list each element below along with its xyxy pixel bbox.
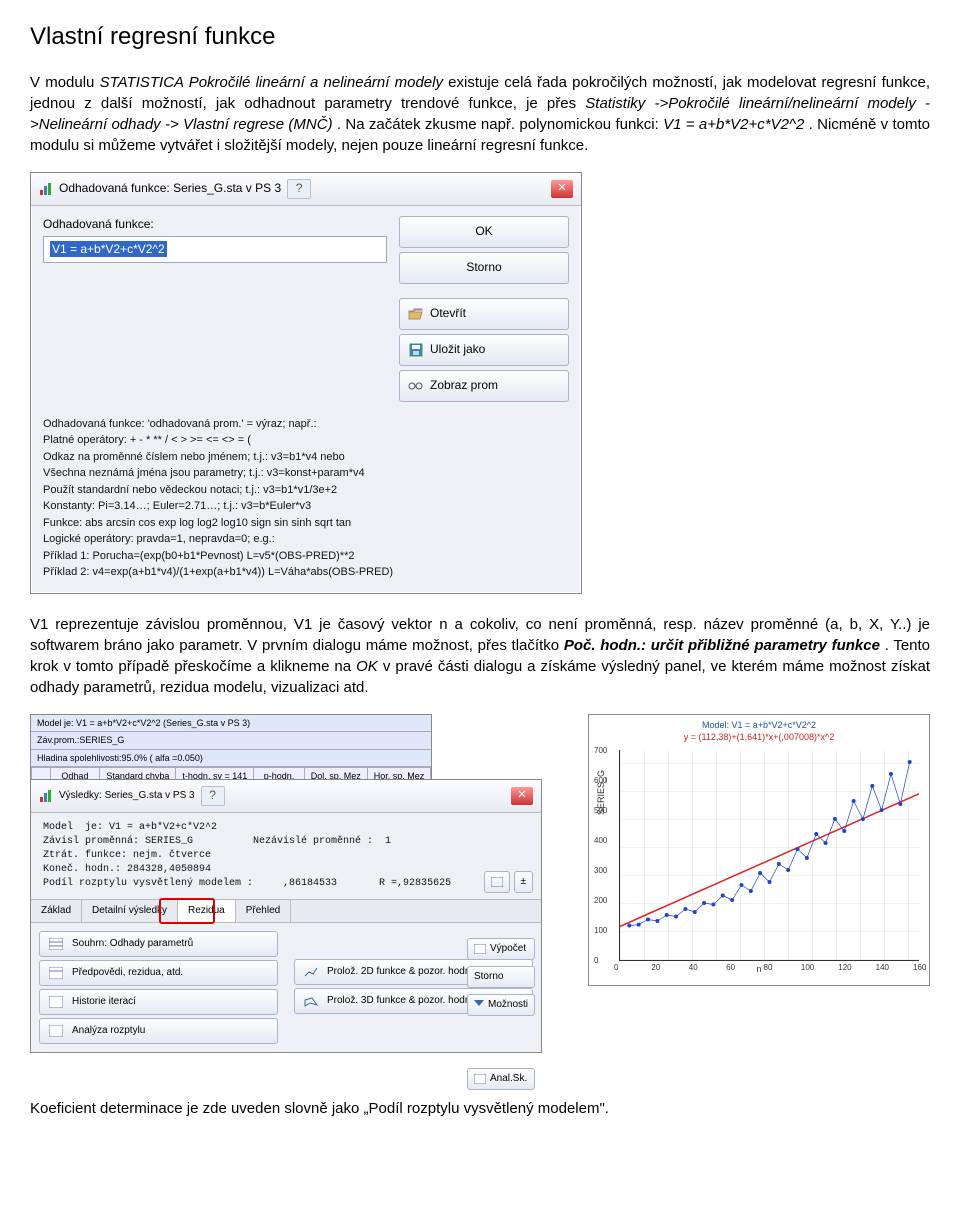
help-line: Logické operátory: pravda=1, nepravda=0;… [43,531,569,548]
help-line: Příklad 1: Porucha=(exp(b0+b1*Pevnost) L… [43,548,569,565]
help-line: Příklad 2: v4=exp(a+b1*v4)/(1+exp(a+b1*v… [43,564,569,581]
tab-bar: Základ Detailní výsledky Rezidua Přehled [31,899,541,923]
save-as-button[interactable]: Uložit jako [399,334,569,366]
label: Prolož. 2D funkce & pozor. hodn. [327,965,473,979]
table-icon [48,994,64,1010]
dialog-titlebar: Výsledky: Series_G.sta v PS 3 ? ✕ [31,780,541,813]
label: Analýza rozptylu [72,1024,145,1038]
collapse-icon[interactable]: ± [514,871,534,893]
label: Historie iterací [72,995,136,1009]
label: Uložit jako [430,341,485,358]
dialog-titlebar: Odhadovaná funkce: Series_G.sta v PS 3 ?… [31,173,581,206]
plot-area: 0100200300400500600700020406080100120140… [619,750,919,961]
table-icon [48,965,64,981]
tab-basic[interactable]: Základ [31,900,82,922]
folder-open-icon [408,306,424,322]
text: V modulu [30,74,100,91]
table-icon [474,1074,486,1084]
predictions-button[interactable]: Předpovědi, rezidua, atd. [39,960,278,986]
analysis-button[interactable]: Anal.Sk. [467,1068,535,1090]
chart-subtitle: y = (112,38)+(1,641)*x+(,007008)*x^2 [589,731,929,744]
intro-paragraph: V modulu STATISTICA Pokročilé lineární a… [30,72,930,156]
page-title: Vlastní regresní funkce [30,20,930,54]
cancel-button[interactable]: Storno [467,966,535,988]
function-input-value: V1 = a+b*V2+c*V2^2 [50,241,167,257]
open-button[interactable]: Otevřít [399,298,569,330]
estimated-function-dialog: Odhadovaná funkce: Series_G.sta v PS 3 ?… [30,172,582,594]
compute-button[interactable]: Výpočet [467,938,535,960]
tab-overview[interactable]: Přehled [236,900,291,922]
options-button[interactable]: Možnosti [467,994,535,1016]
results-dialog: Výsledky: Series_G.sta v PS 3 ? ✕ Model … [30,779,542,1053]
formula: V1 = a+b*V2+c*V2^2 [663,116,804,133]
help-line: Použít standardní nebo vědeckou notaci; … [43,482,569,499]
help-line: Konstanty: Pi=3.14…; Euler=2.71…; t.j.: … [43,498,569,515]
module-name: STATISTICA Pokročilé lineární a nelineár… [100,74,443,91]
label: Předpovědi, rezidua, atd. [72,966,183,980]
summary-button[interactable]: Souhrn: Odhady parametrů [39,931,278,957]
help-line: Funkce: abs arcsin cos exp log log2 log1… [43,515,569,532]
label: OK [475,223,492,240]
label: Výpočet [490,942,526,956]
chart-title: Model: V1 = a+b*V2+c*V2^2 [589,715,929,732]
tab-details[interactable]: Detailní výsledky [82,900,178,922]
dialog-title: Výsledky: Series_G.sta v PS 3 [59,789,195,803]
table-icon [474,944,486,954]
ok-button[interactable]: OK [399,216,569,248]
help-icon[interactable]: ? [201,786,225,806]
table-header-line: Model je: V1 = a+b*V2+c*V2^2 (Series_G.s… [31,715,431,733]
label: Otevřít [430,305,466,322]
fitted-model-chart: Model: V1 = a+b*V2+c*V2^2 y = (112,38)+(… [588,714,930,986]
label: Storno [466,259,501,276]
table-icon [48,936,64,952]
label: Možnosti [488,998,528,1012]
label: Souhrn: Odhady parametrů [72,937,193,951]
icon-button[interactable] [484,871,510,893]
help-line: Všechna neznámá jména jsou parametry; t.… [43,465,569,482]
chart-3d-icon [303,993,319,1009]
help-text-block: Odhadovaná funkce: 'odhadovaná prom.' = … [31,412,581,593]
stats-icon [39,182,53,196]
text: . Na začátek zkusme např. polynomickou f… [337,116,663,133]
chart-2d-icon [303,964,319,980]
variables-icon [408,378,424,394]
show-variables-button[interactable]: Zobraz prom [399,370,569,402]
help-line: Platné operátory: + - * ** / < > >= <= <… [43,432,569,449]
label: Storno [474,970,503,984]
field-label: Odhadovaná funkce: [43,216,387,233]
save-icon [408,342,424,358]
label: Zobraz prom [430,377,498,394]
stats-icon [39,789,53,803]
close-icon[interactable]: ✕ [511,787,533,805]
model-info-block: Model je: V1 = a+b*V2+c*V2^2 Závisl prom… [31,813,541,899]
close-icon[interactable]: ✕ [551,180,573,198]
tab-residuals[interactable]: Rezidua [178,900,236,922]
footer-paragraph: Koeficient determinace je zde uveden slo… [30,1098,930,1119]
help-icon[interactable]: ? [287,179,311,199]
anova-button[interactable]: Analýza rozptylu [39,1018,278,1044]
function-input[interactable]: V1 = a+b*V2+c*V2^2 [43,236,387,263]
table-header-line: Záv.prom.:SERIES_G [31,732,431,750]
paragraph-2: V1 reprezentuje závislou proměnnou, V1 j… [30,614,930,698]
cancel-button[interactable]: Storno [399,252,569,284]
table-header-line: Hladina spolehlivosti:95.0% ( alfa =0.05… [31,750,431,768]
results-composite: Model je: V1 = a+b*V2+c*V2^2 (Series_G.s… [30,714,930,1074]
arrow-icon [474,1000,484,1010]
dialog-title: Odhadovaná funkce: Series_G.sta v PS 3 [59,180,281,197]
iteration-history-button[interactable]: Historie iterací [39,989,278,1015]
help-line: Odhadovaná funkce: 'odhadovaná prom.' = … [43,416,569,433]
label: Anal.Sk. [490,1072,527,1086]
help-line: Odkaz na proměnné číslem nebo jménem; t.… [43,449,569,466]
table-icon [48,1023,64,1039]
emph: Poč. hodn.: určit přibližné parametry fu… [564,637,880,654]
label: Prolož. 3D funkce & pozor. hodn. [327,994,473,1008]
emph: OK [356,658,378,675]
